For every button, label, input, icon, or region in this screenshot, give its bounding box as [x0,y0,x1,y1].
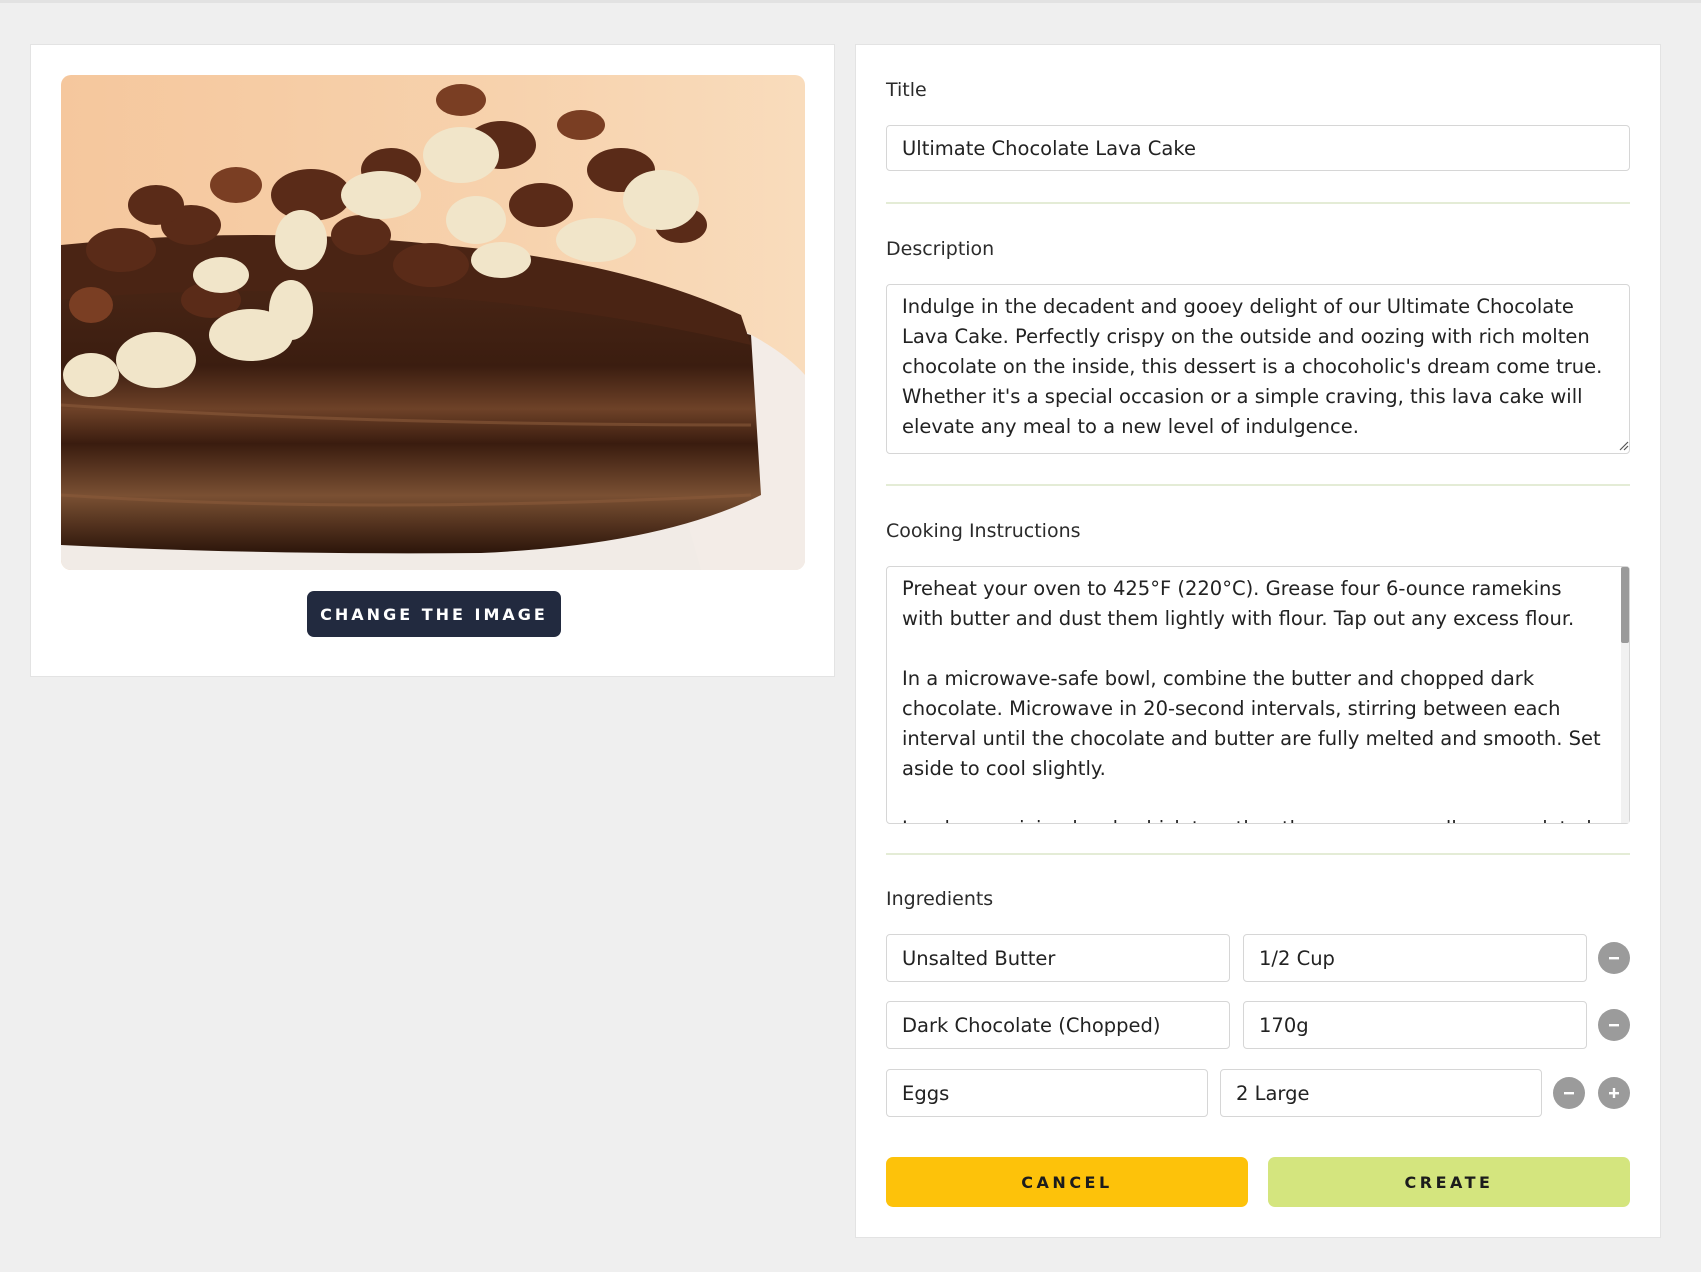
minus-icon [1609,957,1619,960]
ingredients-label: Ingredients [886,888,994,910]
chocolate-cake-image [61,75,805,570]
title-input[interactable] [886,125,1630,171]
description-label: Description [886,238,995,260]
ingredient-amount-input[interactable] [1243,934,1587,982]
create-button[interactable]: CREATE [1268,1157,1630,1207]
plus-icon [1609,1088,1619,1098]
ingredient-name-input[interactable] [886,934,1230,982]
remove-ingredient-button[interactable] [1598,942,1630,974]
title-label: Title [886,79,927,101]
instructions-label: Cooking Instructions [886,520,1081,542]
ingredient-amount-input[interactable] [1243,1001,1587,1049]
recipe-image [61,75,805,570]
scrollbar-thumb[interactable] [1621,567,1629,643]
resize-grip-icon[interactable] [1619,441,1629,451]
add-ingredient-button[interactable] [1598,1077,1630,1109]
top-border [0,0,1701,3]
divider [886,202,1630,204]
recipe-form: Title Description Indulge in the decaden… [855,44,1661,1238]
image-card: CHANGE THE IMAGE [30,44,835,677]
ingredient-amount-input[interactable] [1220,1069,1542,1117]
ingredient-name-input[interactable] [886,1001,1230,1049]
cancel-button[interactable]: CANCEL [886,1157,1248,1207]
divider [886,853,1630,855]
instructions-textarea[interactable]: Preheat your oven to 425°F (220°C). Grea… [886,566,1630,824]
remove-ingredient-button[interactable] [1598,1009,1630,1041]
ingredient-name-input[interactable] [886,1069,1208,1117]
divider [886,484,1630,486]
change-image-button[interactable]: CHANGE THE IMAGE [307,591,561,637]
remove-ingredient-button[interactable] [1553,1077,1585,1109]
minus-icon [1609,1024,1619,1027]
minus-icon [1564,1092,1574,1095]
description-textarea[interactable]: Indulge in the decadent and gooey deligh… [886,284,1630,454]
